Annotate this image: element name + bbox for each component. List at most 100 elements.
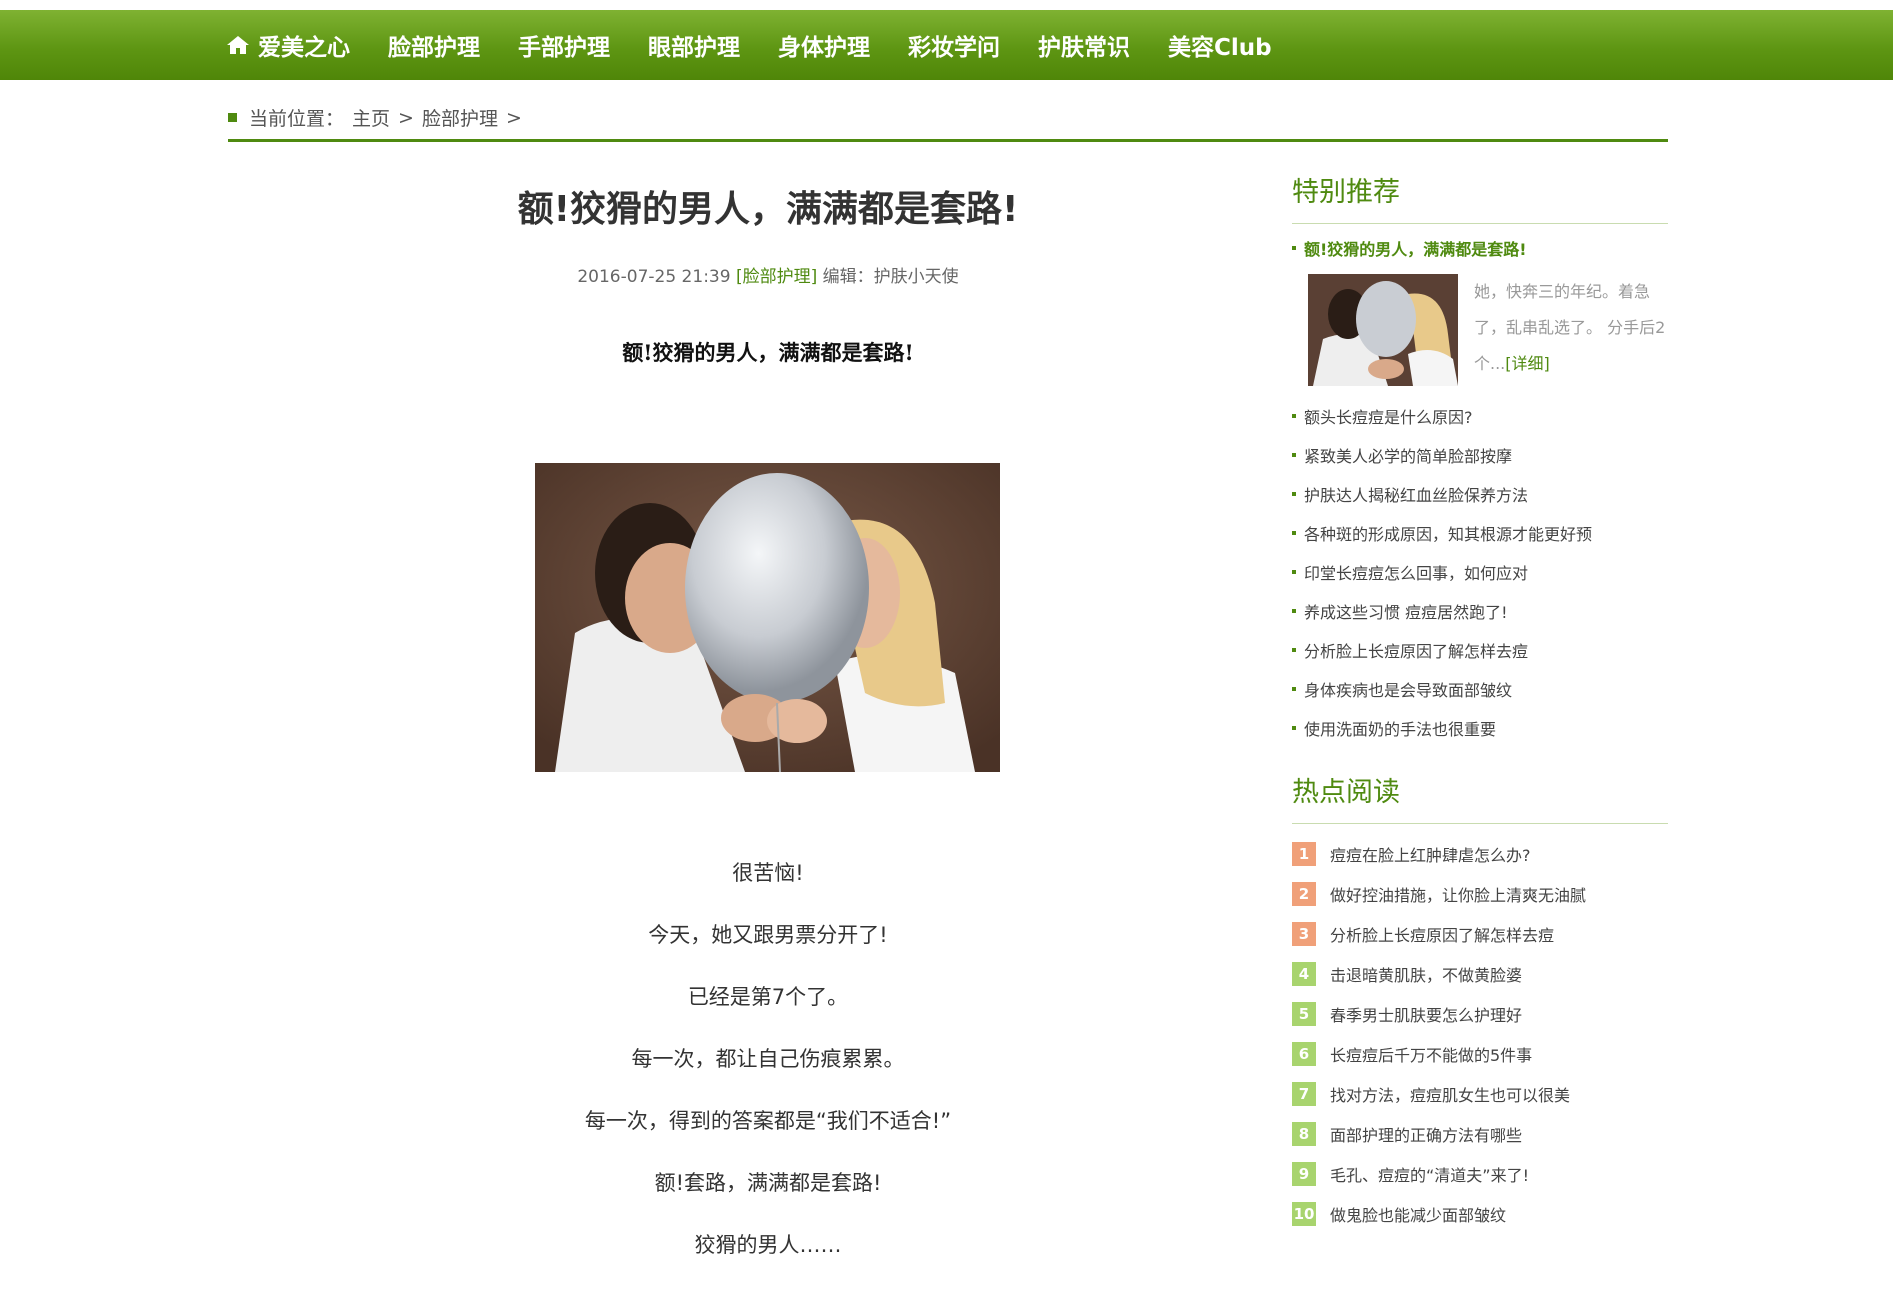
rank-badge: 1 <box>1292 842 1316 866</box>
recommend-item-label: 各种斑的形成原因，知其根源才能更好预 <box>1304 524 1593 544</box>
bullet-icon <box>1292 246 1296 250</box>
article: 额!狡猾的男人，满满都是套路! 2016-07-25 21:39 [脸部护理] … <box>228 180 1308 367</box>
recommend-featured-excerpt: 她，快奔三的年纪。着急了，乱串乱选了。 分手后2个... <box>1474 282 1666 373</box>
nav-makeup[interactable]: 彩妆学问 <box>908 28 1000 62</box>
hot-reading-heading: 热点阅读 <box>1292 770 1668 824</box>
bullet-icon <box>1292 608 1296 613</box>
article-paragraph: 狡猾的男人…… <box>694 1233 842 1257</box>
hot-item-label: 长痘痘后千万不能做的5件事 <box>1330 1046 1533 1065</box>
hot-reading-panel: 热点阅读 1 痘痘在脸上红肿肆虐怎么办? 2 做好控油措施，让你脸上清爽无油腻 3分… <box>1292 770 1668 1234</box>
rank-badge: 7 <box>1292 1082 1316 1106</box>
nav-home-label: 爱美之心 <box>258 35 350 61</box>
recommend-item[interactable]: 紧致美人必学的简单脸部按摩 <box>1292 435 1668 474</box>
nav-eye-care[interactable]: 眼部护理 <box>648 28 740 62</box>
hot-item[interactable]: 5 春季男士肌肤要怎么护理好 <box>1292 994 1668 1034</box>
article-category-link[interactable]: [脸部护理] <box>736 267 817 287</box>
recommend-panel: 特别推荐 额!狡猾的男人，满满都是套路! 她，快奔三的年纪。着急了，乱串乱选了。… <box>1292 170 1668 747</box>
hot-item[interactable]: 2 做好控油措施，让你脸上清爽无油腻 <box>1292 874 1668 914</box>
hot-item[interactable]: 10 做鬼脸也能减少面部皱纹 <box>1292 1194 1668 1234</box>
recommend-item-label: 护肤达人揭秘红血丝脸保养方法 <box>1304 485 1529 505</box>
article-paragraph: 今天，她又跟男票分开了! <box>648 923 888 947</box>
breadcrumb-label: 当前位置： <box>249 108 345 130</box>
hot-item-label: 击退暗黄肌肤，不做黄脸婆 <box>1330 966 1523 985</box>
nav-body-care[interactable]: 身体护理 <box>778 28 870 62</box>
recommend-item[interactable]: 印堂长痘痘怎么回事，如何应对 <box>1292 552 1668 591</box>
bullet-icon <box>1292 452 1296 457</box>
hot-reading-list: 1 痘痘在脸上红肿肆虐怎么办? 2 做好控油措施，让你脸上清爽无油腻 3 分析脸上长痘… <box>1292 834 1668 1234</box>
rank-badge: 5 <box>1292 1002 1316 1026</box>
recommend-detail-link[interactable]: [详细] <box>1505 354 1550 373</box>
rank-badge: 10 <box>1292 1202 1316 1226</box>
rank-badge: 4 <box>1292 962 1316 986</box>
hot-item[interactable]: 9 毛孔、痘痘的“清道夫”来了! <box>1292 1154 1668 1194</box>
hot-item[interactable]: 4 击退暗黄肌肤，不做黄脸婆 <box>1292 954 1668 994</box>
article-paragraph: 每一次，都让自己伤痕累累。 <box>631 1047 905 1071</box>
bullet-icon <box>1292 686 1296 691</box>
recommend-heading: 特别推荐 <box>1292 170 1668 224</box>
recommend-item-label: 印堂长痘痘怎么回事，如何应对 <box>1304 563 1529 583</box>
recommend-list: 额头长痘痘是什么原因? 紧致美人必学的简单脸部按摩 护肤达人揭秘红血丝脸保养方法… <box>1292 396 1668 747</box>
article-photo <box>535 463 1000 772</box>
bullet-icon <box>1292 647 1296 652</box>
hot-item-label: 毛孔、痘痘的“清道夫”来了! <box>1330 1166 1529 1185</box>
recommend-featured-title-text: 额!狡猾的男人，满满都是套路! <box>1304 240 1527 259</box>
home-icon <box>227 36 249 54</box>
article-datetime: 2016-07-25 21:39 <box>577 267 731 287</box>
nav-face-care[interactable]: 脸部护理 <box>388 28 480 62</box>
recommend-featured-title[interactable]: 额!狡猾的男人，满满都是套路! <box>1292 236 1668 260</box>
recommend-item[interactable]: 护肤达人揭秘红血丝脸保养方法 <box>1292 474 1668 513</box>
recommend-item[interactable]: 使用洗面奶的手法也很重要 <box>1292 708 1668 747</box>
hot-item-label: 找对方法，痘痘肌女生也可以很美 <box>1330 1086 1571 1105</box>
breadcrumb-home-link[interactable]: 主页 <box>352 104 390 131</box>
rank-badge: 8 <box>1292 1122 1316 1146</box>
rank-badge: 9 <box>1292 1162 1316 1186</box>
article-paragraph: 额!套路，满满都是套路! <box>654 1171 882 1195</box>
recommend-item-label: 额头长痘痘是什么原因? <box>1304 407 1473 427</box>
nav-hand-care[interactable]: 手部护理 <box>518 28 610 62</box>
hot-item[interactable]: 6 长痘痘后千万不能做的5件事 <box>1292 1034 1668 1074</box>
top-nav-bar: 爱美之心 脸部护理 手部护理 眼部护理 身体护理 彩妆学问 护肤常识 美容Clu… <box>0 0 1893 80</box>
article-paragraph: 每一次，得到的答案都是“我们不适合!” <box>584 1109 952 1133</box>
bullet-icon <box>1292 413 1296 418</box>
recommend-thumbnail[interactable] <box>1308 274 1458 386</box>
breadcrumb: 当前位置： 主页 > 脸部护理 > <box>228 104 530 131</box>
breadcrumb-marker-icon <box>228 113 237 122</box>
rank-badge: 6 <box>1292 1042 1316 1066</box>
breadcrumb-divider <box>228 139 1668 142</box>
article-body: 很苦恼! 今天，她又跟男票分开了! 已经是第7个了。 每一次，都让自己伤痕累累。… <box>228 858 1308 1292</box>
hot-item[interactable]: 1 痘痘在脸上红肿肆虐怎么办? <box>1292 834 1668 874</box>
recommend-item[interactable]: 分析脸上长痘原因了解怎样去痘 <box>1292 630 1668 669</box>
breadcrumb-separator: > <box>505 106 522 129</box>
nav-skincare-tips[interactable]: 护肤常识 <box>1038 28 1130 62</box>
breadcrumb-category-link[interactable]: 脸部护理 <box>422 104 498 131</box>
article-meta: 2016-07-25 21:39 [脸部护理] 编辑：护肤小天使 <box>228 262 1308 287</box>
nav-home-link[interactable]: 爱美之心 <box>226 28 350 62</box>
bullet-icon <box>1292 725 1296 730</box>
main-nav: 爱美之心 脸部护理 手部护理 眼部护理 身体护理 彩妆学问 护肤常识 美容Clu… <box>226 28 1310 62</box>
hot-item-label: 分析脸上长痘原因了解怎样去痘 <box>1330 926 1555 945</box>
recommend-item-label: 身体疾病也是会导致面部皱纹 <box>1304 680 1513 700</box>
recommend-item-label: 紧致美人必学的简单脸部按摩 <box>1304 446 1513 466</box>
recommend-item-label: 养成这些习惯 痘痘居然跑了! <box>1304 602 1508 622</box>
bullet-icon <box>1292 530 1296 535</box>
hot-item-label: 做好控油措施，让你脸上清爽无油腻 <box>1330 886 1587 905</box>
hot-item[interactable]: 3 分析脸上长痘原因了解怎样去痘 <box>1292 914 1668 954</box>
recommend-item[interactable]: 身体疾病也是会导致面部皱纹 <box>1292 669 1668 708</box>
recommend-item[interactable]: 养成这些习惯 痘痘居然跑了! <box>1292 591 1668 630</box>
recommend-featured-desc: 她，快奔三的年纪。着急了，乱串乱选了。 分手后2个...[详细] <box>1474 274 1668 386</box>
article-paragraph: 很苦恼! <box>732 861 804 885</box>
hot-item[interactable]: 7 找对方法，痘痘肌女生也可以很美 <box>1292 1074 1668 1114</box>
recommend-item[interactable]: 各种斑的形成原因，知其根源才能更好预 <box>1292 513 1668 552</box>
nav-beauty-club[interactable]: 美容Club <box>1168 28 1272 62</box>
rank-badge: 2 <box>1292 882 1316 906</box>
breadcrumb-separator: > <box>398 106 414 129</box>
article-subtitle: 额!狡猾的男人，满满都是套路! <box>622 340 914 365</box>
hot-item[interactable]: 8 面部护理的正确方法有哪些 <box>1292 1114 1668 1154</box>
article-title: 额!狡猾的男人，满满都是套路! <box>517 189 1019 230</box>
article-editor: 编辑：护肤小天使 <box>822 267 959 287</box>
hot-item-label: 面部护理的正确方法有哪些 <box>1330 1126 1523 1145</box>
hot-item-label: 春季男士肌肤要怎么护理好 <box>1330 1006 1523 1025</box>
recommend-item[interactable]: 额头长痘痘是什么原因? <box>1292 396 1668 435</box>
article-paragraph: 已经是第7个了。 <box>687 985 849 1009</box>
recommend-item-label: 使用洗面奶的手法也很重要 <box>1304 719 1497 739</box>
